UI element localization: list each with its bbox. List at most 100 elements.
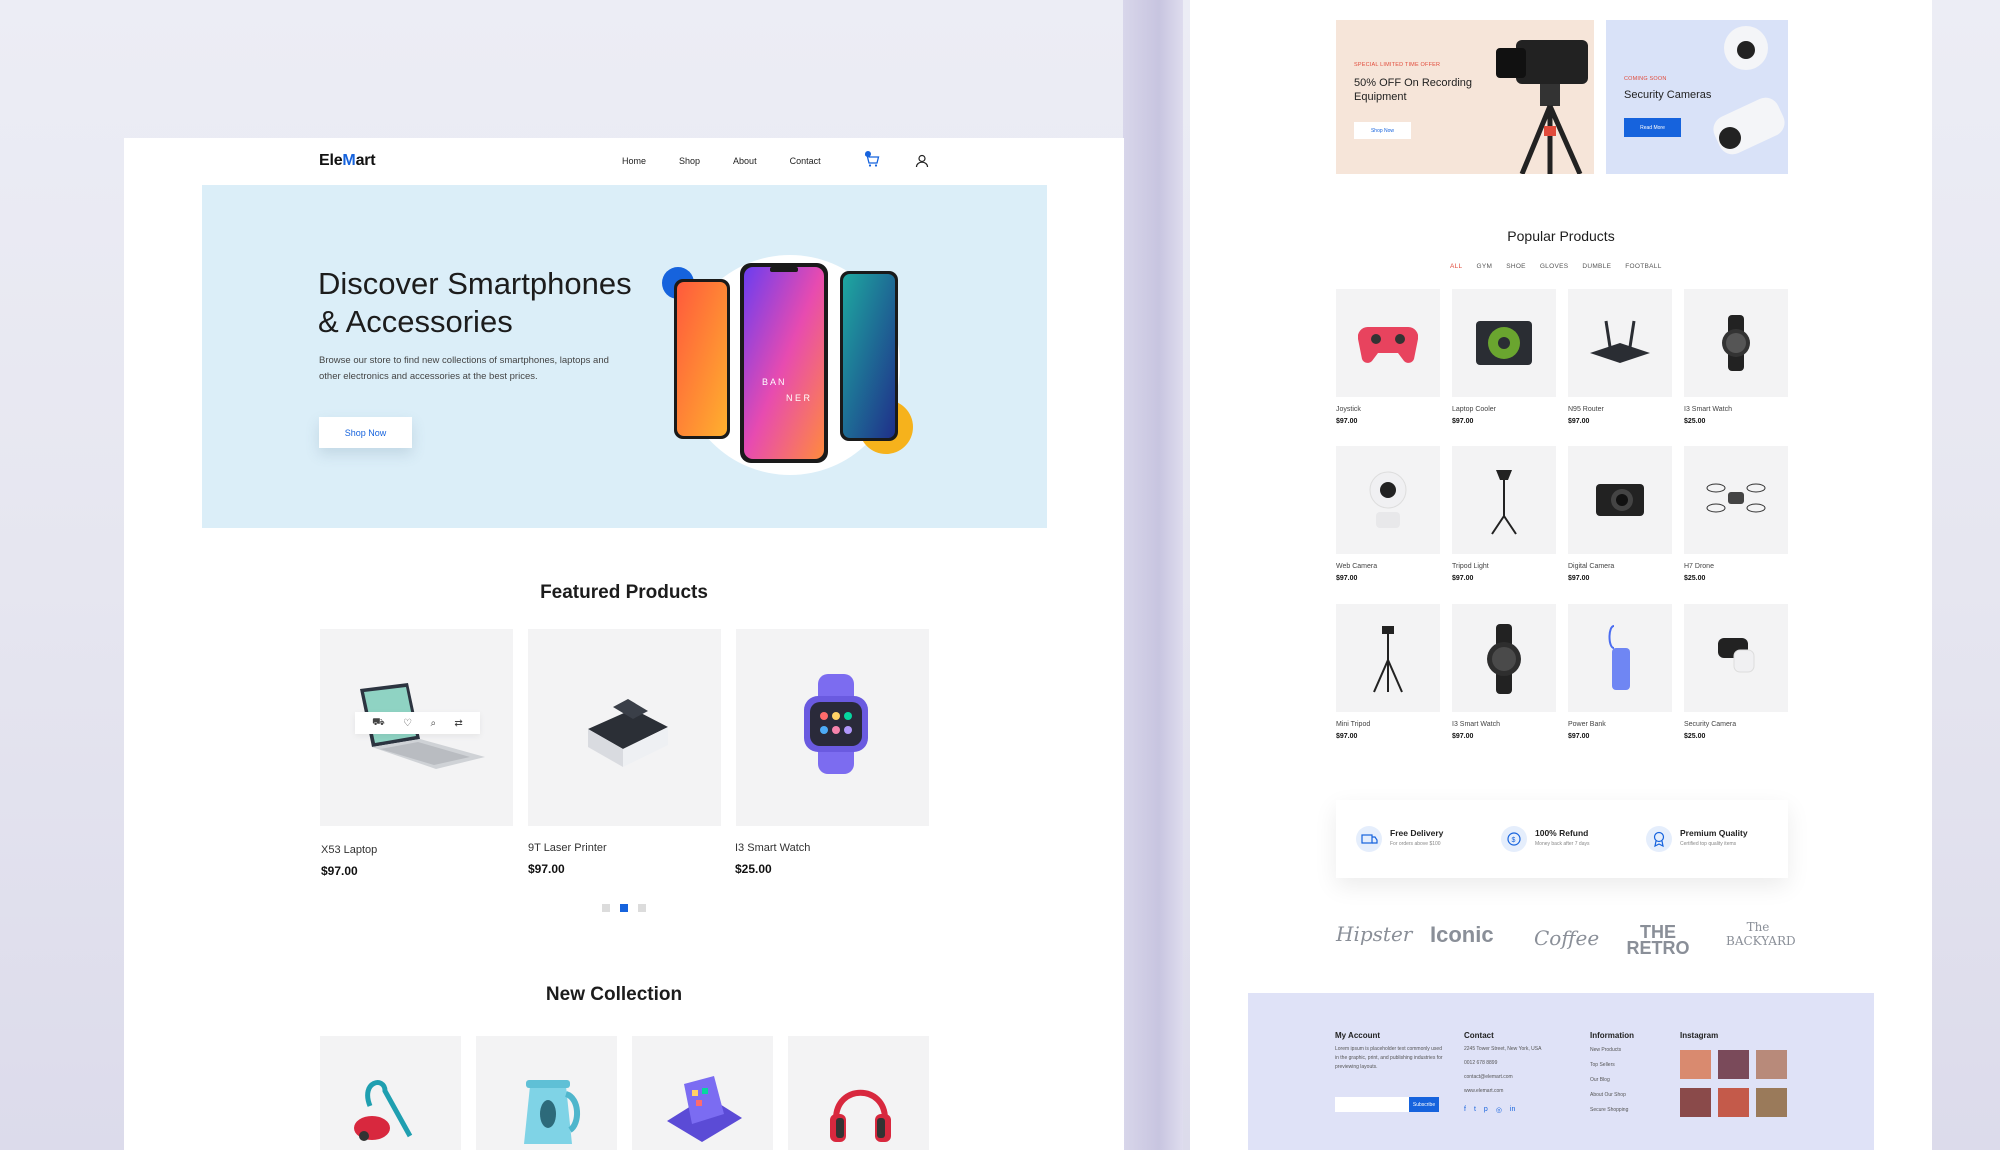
product-name[interactable]: Tripod Light [1452,563,1489,570]
product-name[interactable]: I3 Smart Watch [1452,721,1500,728]
tab-football[interactable]: FOOTBALL [1625,263,1661,270]
product-name[interactable]: Web Camera [1336,563,1377,570]
product-card-smartwatch[interactable] [1684,289,1788,397]
cart-icon[interactable]: ⛟ [372,717,385,730]
contact-website[interactable]: www.elemart.com [1464,1087,1503,1096]
cart-badge [865,151,871,157]
instagram-thumb[interactable] [1756,1088,1787,1117]
promo-banner-recording[interactable]: SPECIAL LIMITED TIME OFFER 50% OFF On Re… [1336,20,1594,174]
tab-all[interactable]: ALL [1450,263,1462,270]
product-card-digital-camera[interactable] [1568,446,1672,554]
footer-link[interactable]: About Our Shop [1590,1091,1626,1100]
carousel-dot-2[interactable] [620,904,628,912]
nav-contact[interactable]: Contact [790,156,821,166]
compare-icon[interactable]: ⇄ [454,718,462,729]
security-camera-image [1718,638,1755,673]
promo-read-more-button[interactable]: Read More [1624,118,1681,137]
product-name[interactable]: Security Camera [1684,721,1736,728]
hero-subtitle: Browse our store to find new collections… [319,355,609,382]
tab-dumble[interactable]: DUMBLE [1582,263,1611,270]
footer-link[interactable]: Secure Shopping [1590,1106,1628,1115]
instagram-thumb[interactable] [1756,1050,1787,1079]
promo-banner-security[interactable]: COMING SOON Security Cameras Read More [1606,20,1788,174]
linkedin-icon[interactable]: in [1510,1106,1515,1114]
product-name[interactable]: I3 Smart Watch [735,842,810,854]
carousel-dot-1[interactable] [602,904,610,912]
instagram-thumb[interactable] [1680,1088,1711,1117]
facebook-icon[interactable]: f [1464,1106,1466,1114]
featured-products-title: Featured Products [540,582,708,603]
search-icon[interactable]: ⌕ [430,718,436,729]
instagram-thumb[interactable] [1718,1088,1749,1117]
product-price: $97.00 [1336,733,1358,740]
product-card-mini-tripod[interactable] [1336,604,1440,712]
tab-gloves[interactable]: GLOVES [1540,263,1569,270]
logo-text-accent: M [342,152,356,169]
subscribe-button[interactable]: Subscribe [1409,1097,1439,1112]
tab-shoe[interactable]: SHOE [1506,263,1526,270]
product-card-laptop[interactable]: ⛟ ♡ ⌕ ⇄ [320,629,513,826]
instagram-thumb[interactable] [1680,1050,1711,1079]
printer-image [588,699,668,767]
product-card-drone[interactable] [1684,446,1788,554]
product-card-power-bank[interactable] [1568,604,1672,712]
brand-logo-iconic[interactable]: Iconic [1430,922,1494,948]
promo-shop-now-button[interactable]: Shop Now [1354,122,1411,139]
feature-subtitle: Money back after 7 days [1535,841,1590,847]
product-card-printer[interactable] [528,629,721,826]
brand-logo[interactable]: EleMart [319,152,376,170]
product-name[interactable]: Digital Camera [1568,563,1614,570]
product-name[interactable]: Laptop Cooler [1452,406,1496,413]
product-name[interactable]: H7 Drone [1684,563,1714,570]
carousel-dot-3[interactable] [638,904,646,912]
joystick-image [1358,326,1418,363]
shop-now-button[interactable]: Shop Now [319,417,412,448]
heart-icon[interactable]: ♡ [403,718,412,729]
product-name[interactable]: I3 Smart Watch [1684,406,1732,413]
collection-card-tablet[interactable] [632,1036,773,1150]
camera-tripod-image [1496,40,1588,174]
instagram-icon[interactable]: ◎ [1496,1106,1502,1114]
contact-phone: 0012 678 8899 [1464,1060,1498,1066]
newsletter-email-input[interactable] [1335,1097,1409,1112]
product-card-laptop-cooler[interactable] [1452,289,1556,397]
footer-link[interactable]: Top Sellers [1590,1061,1615,1070]
product-name[interactable]: X53 Laptop [321,844,377,856]
product-card-security-camera[interactable] [1684,604,1788,712]
product-card-smartwatch-2[interactable] [1452,604,1556,712]
nav-shop[interactable]: Shop [679,156,700,166]
collection-card-headphones[interactable] [788,1036,929,1150]
laptop-cooler-image [1476,321,1532,365]
collection-card-vacuum[interactable] [320,1036,461,1150]
user-icon[interactable] [915,154,929,168]
product-card-router[interactable] [1568,289,1672,397]
brand-logo-coffee[interactable]: Coffee [1534,926,1599,950]
contact-email[interactable]: contact@elemart.com [1464,1073,1513,1082]
product-name[interactable]: Mini Tripod [1336,721,1370,728]
product-name[interactable]: 9T Laser Printer [528,842,607,854]
product-card-tripod-light[interactable] [1452,446,1556,554]
instagram-thumb[interactable] [1718,1050,1749,1079]
product-price: $25.00 [735,862,772,876]
main-nav: Home Shop About Contact [622,156,854,166]
nav-home[interactable]: Home [622,156,646,166]
smartwatch-image [804,674,868,774]
twitter-icon[interactable]: t [1474,1106,1476,1114]
vacuum-image [354,1080,413,1141]
pinterest-icon[interactable]: p [1484,1106,1488,1114]
product-name[interactable]: Joystick [1336,406,1361,413]
product-card-joystick[interactable] [1336,289,1440,397]
footer-link[interactable]: New Products [1590,1046,1621,1055]
brand-logo-hipster[interactable]: Hipster [1336,922,1412,946]
nav-about[interactable]: About [733,156,757,166]
brand-logo-backyard[interactable]: The BACKYARD [1726,920,1796,948]
brand-logo-the-retro[interactable]: THE RETRO [1626,923,1690,957]
tab-gym[interactable]: GYM [1476,263,1492,270]
product-card-web-camera[interactable] [1336,446,1440,554]
collection-card-kettle[interactable] [476,1036,617,1150]
footer-link[interactable]: Our Blog [1590,1076,1610,1085]
product-card-smartwatch[interactable] [736,629,929,826]
product-name[interactable]: N95 Router [1568,406,1604,413]
product-name[interactable]: Power Bank [1568,721,1606,728]
tablet-image [667,1076,742,1142]
